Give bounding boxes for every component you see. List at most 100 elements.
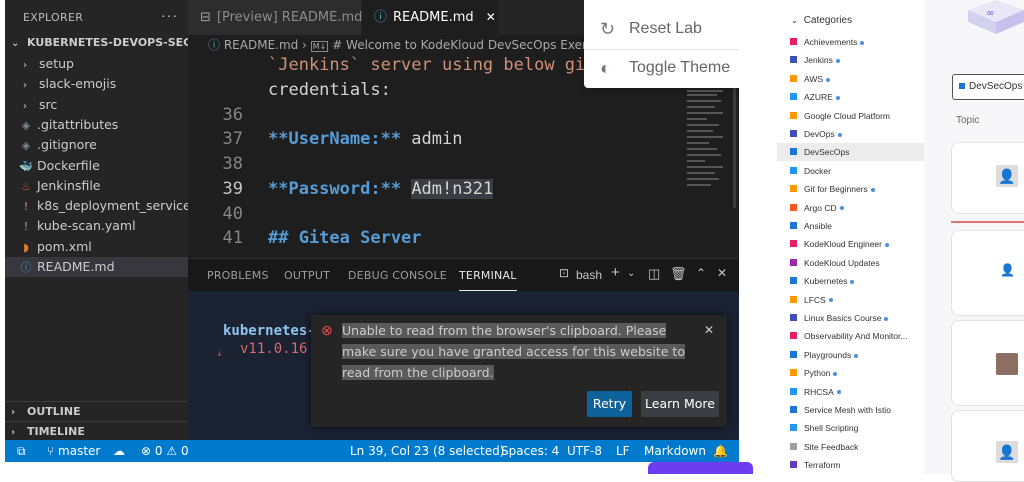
learn-more-button[interactable]: Learn More — [641, 391, 719, 417]
folder-item[interactable]: › slack-emojis — [5, 74, 188, 94]
file-item[interactable]: ◈ .gitignore — [5, 135, 188, 155]
topic-card[interactable]: 👤 — [951, 142, 1024, 214]
bell-icon[interactable]: 🔔 — [713, 440, 728, 462]
tab-debug-console[interactable]: DEBUG CONSOLE — [348, 269, 447, 282]
close-icon[interactable]: ✕ — [486, 10, 496, 24]
file-item[interactable]: ♨ Jenkinsfile — [5, 176, 188, 196]
topic-filter-select[interactable]: DevSecOps — [952, 74, 1024, 100]
tab-preview-readme[interactable]: ⊟ [Preview] README.md — [188, 0, 363, 35]
category-item[interactable]: Service Mesh with Istio — [777, 401, 924, 419]
tree-item-label: .gitignore — [37, 137, 97, 153]
category-item[interactable]: Shell Scripting — [777, 419, 924, 437]
close-icon[interactable]: ✕ — [704, 323, 714, 337]
category-label: RHCSA — [804, 383, 841, 401]
file-item[interactable]: ⓘ README.md — [5, 257, 188, 277]
file-item[interactable]: ◗ pom.xml — [5, 237, 188, 257]
category-item[interactable]: KodeKloud Engineer — [777, 235, 924, 253]
chevron-down-icon[interactable]: ⌄ — [627, 268, 635, 279]
explorer-root-folder[interactable]: ⌄ KUBERNETES-DEVOPS-SECU... — [5, 36, 188, 54]
category-item[interactable]: Docker — [777, 162, 924, 180]
category-label: Kubernetes — [804, 272, 855, 290]
outline-section[interactable]: › OUTLINE — [5, 401, 188, 422]
category-item[interactable]: Achievements — [777, 33, 924, 51]
shell-label[interactable]: bash — [576, 268, 602, 282]
category-item[interactable]: Ansible — [777, 217, 924, 235]
category-item[interactable]: Python — [777, 364, 924, 382]
category-item[interactable]: LFCS — [777, 291, 924, 309]
minimap[interactable] — [685, 88, 737, 208]
folder-item[interactable]: › setup — [5, 54, 188, 74]
tab-output[interactable]: OUTPUT — [284, 269, 330, 282]
tab-readme[interactable]: ⓘ README.md ✕ — [362, 0, 498, 35]
remote-icon[interactable]: ⧉ — [17, 440, 26, 462]
more-actions-icon[interactable]: ··· — [161, 7, 178, 23]
category-item[interactable]: KodeKloud Updates — [777, 254, 924, 272]
category-item[interactable]: Site Feedback — [777, 438, 924, 456]
category-color-swatch — [790, 258, 797, 266]
category-item[interactable]: Argo CD — [777, 199, 924, 217]
category-item[interactable]: Jenkins — [777, 51, 924, 69]
close-panel-icon[interactable]: ✕ — [717, 266, 727, 280]
topic-card[interactable]: 👤 — [951, 410, 1024, 482]
category-color-swatch — [790, 74, 797, 82]
trash-icon[interactable]: 🗑 — [670, 266, 687, 282]
file-item[interactable]: ! kube-scan.yaml — [5, 216, 188, 236]
indentation[interactable]: Spaces: 4 — [501, 440, 559, 462]
category-item[interactable]: AZURE — [777, 88, 924, 106]
folder-item[interactable]: › src — [5, 95, 188, 115]
split-terminal-icon[interactable]: ◫ — [648, 266, 660, 282]
category-color-swatch — [790, 461, 797, 469]
topic-card[interactable]: 👤 — [951, 230, 1024, 316]
info-icon: ⓘ — [374, 10, 388, 25]
category-item[interactable]: Kubernetes — [777, 272, 924, 290]
file-item[interactable]: 🐳 Dockerfile — [5, 156, 188, 176]
category-item[interactable]: Terraform — [777, 456, 924, 474]
breadcrumb-file[interactable]: README.md — [224, 38, 298, 52]
category-item[interactable]: DevOps — [777, 125, 924, 143]
category-color-swatch — [959, 83, 965, 90]
category-item[interactable]: Observability And Monitor... — [777, 327, 924, 345]
tab-problems[interactable]: PROBLEMS — [207, 269, 269, 282]
category-item[interactable]: Google Cloud Platform — [777, 107, 924, 125]
new-indicator — [860, 40, 865, 45]
retry-button[interactable]: Retry — [587, 391, 632, 417]
category-item[interactable]: DevSecOps — [777, 143, 924, 162]
illustration: ∞ — [968, 0, 1024, 34]
category-item[interactable]: Linux Basics Course — [777, 309, 924, 327]
language-mode[interactable]: Markdown — [644, 440, 706, 462]
tab-terminal[interactable]: TERMINAL — [459, 269, 517, 291]
sync-icon[interactable]: ☁ — [113, 440, 125, 462]
categories-header[interactable]: ⌄ Categories — [791, 15, 852, 26]
floating-action-button[interactable] — [648, 462, 753, 474]
add-terminal-icon[interactable]: + — [611, 264, 620, 281]
chevron-right-icon: › — [23, 80, 27, 92]
breadcrumb-section[interactable]: # Welcome to KodeKloud DevSecOps Exercis… — [332, 38, 610, 52]
section-icon: M↓ — [310, 41, 329, 52]
line-number: 36 — [222, 105, 243, 125]
tab-label: [Preview] README.md — [216, 10, 363, 25]
category-label: Argo CD — [804, 199, 844, 217]
end-of-line[interactable]: LF — [616, 440, 630, 462]
problems-indicator[interactable]: ⊗ 0 ⚠ 0 — [141, 440, 189, 462]
category-label: Git for Beginners — [804, 180, 875, 198]
maximize-icon[interactable]: ⌃ — [696, 266, 706, 280]
file-item[interactable]: ◈ .gitattributes — [5, 115, 188, 135]
new-indicator — [884, 316, 889, 321]
file-type-icon: ◈ — [21, 139, 31, 153]
topic-card[interactable] — [951, 320, 1024, 406]
cursor-position[interactable]: Ln 39, Col 23 (8 selected) — [350, 440, 504, 462]
category-item[interactable]: AWS — [777, 70, 924, 88]
timeline-section[interactable]: › TIMELINE — [5, 421, 188, 442]
encoding[interactable]: UTF-8 — [567, 440, 602, 462]
category-color-swatch — [790, 350, 797, 358]
category-item[interactable]: RHCSA — [777, 383, 924, 401]
tree-item-label: slack-emojis — [39, 76, 117, 92]
category-color-swatch — [790, 222, 797, 229]
branch-indicator[interactable]: ⑂ master — [47, 440, 100, 462]
category-color-swatch — [790, 166, 797, 174]
avatar — [996, 353, 1018, 375]
category-item[interactable]: Playgrounds — [777, 346, 924, 364]
category-item[interactable]: Git for Beginners — [777, 180, 924, 198]
category-label: AWS — [804, 70, 831, 88]
file-item[interactable]: ! k8s_deployment_service.... — [5, 196, 188, 216]
